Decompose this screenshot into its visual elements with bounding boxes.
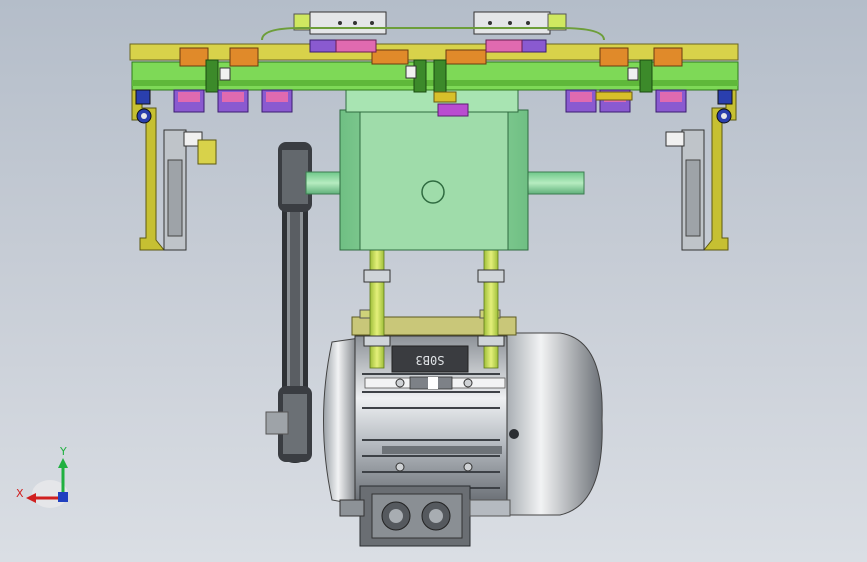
- gearbox[interactable]: [305, 85, 585, 251]
- left-top-cylinder[interactable]: [309, 11, 387, 35]
- y-axis-label: Y: [59, 445, 67, 458]
- cad-viewport[interactable]: S0B3 Y X: [0, 0, 867, 562]
- orientation-triad[interactable]: Y X: [16, 445, 68, 508]
- center-pin: [433, 91, 457, 103]
- x-axis-label: X: [16, 487, 24, 500]
- model-canvas[interactable]: S0B3 Y X: [0, 0, 867, 562]
- right-bracket[interactable]: [665, 89, 737, 251]
- left-bracket[interactable]: [131, 89, 217, 251]
- top-frame[interactable]: [129, 11, 739, 93]
- clamp-units-left[interactable]: [173, 89, 293, 113]
- drive-belt[interactable]: [265, 142, 312, 463]
- electric-motor[interactable]: S0B3: [323, 332, 603, 547]
- motor-plate-text: S0B3: [416, 353, 445, 367]
- clamp-units-right[interactable]: [565, 89, 687, 113]
